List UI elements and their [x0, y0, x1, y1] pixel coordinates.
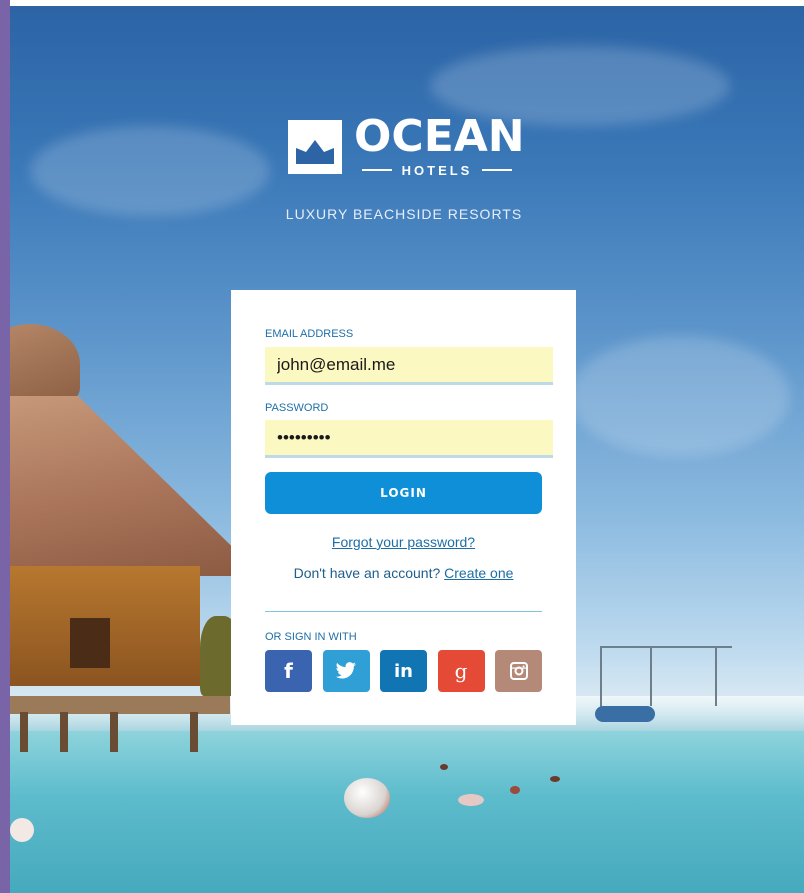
buoy — [458, 794, 484, 806]
hut-pillar — [110, 712, 118, 752]
hut-roof-peak — [10, 324, 80, 404]
email-label: EMAIL ADDRESS — [265, 328, 354, 340]
social-buttons: f in g — [265, 650, 542, 692]
create-account-link[interactable]: Create one — [444, 565, 513, 581]
password-label: PASSWORD — [265, 402, 329, 414]
signup-row: Don't have an account? Create one — [231, 565, 576, 581]
logo-sub-row: HOTELS — [354, 162, 520, 178]
instagram-icon — [509, 662, 528, 680]
buoy — [440, 764, 448, 770]
hut-pillar — [190, 712, 198, 752]
social-label: OR SIGN IN WITH — [265, 631, 357, 643]
login-page: OCEAN HOTELS LUXURY BEACHSIDE RESORTS EM… — [0, 0, 804, 893]
logo-rule — [361, 169, 392, 171]
buoy — [344, 778, 390, 818]
window-edge — [0, 0, 10, 893]
buoy — [550, 776, 560, 782]
linkedin-icon: in — [394, 660, 413, 682]
instagram-button[interactable] — [495, 650, 542, 692]
forgot-password-link[interactable]: Forgot your password? — [332, 534, 475, 550]
ocean-hotels-logo: OCEAN HOTELS — [288, 112, 525, 180]
water-structure-post — [650, 646, 652, 706]
logo-wordmark: OCEAN — [354, 111, 525, 162]
hut-window — [70, 618, 110, 668]
logo-subtitle: HOTELS — [401, 162, 473, 178]
facebook-button[interactable]: f — [265, 650, 312, 692]
lagoon-water — [10, 731, 804, 893]
cloud — [570, 336, 790, 456]
linkedin-button[interactable]: in — [380, 650, 427, 692]
facebook-icon: f — [284, 659, 293, 683]
google-plus-button[interactable]: g — [437, 650, 485, 692]
google-plus-icon: g — [454, 659, 468, 683]
hut-pillar — [20, 712, 28, 752]
water-structure-post — [715, 646, 717, 706]
water-structure — [600, 646, 732, 708]
forgot-password-row: Forgot your password? — [231, 534, 576, 550]
divider — [265, 611, 542, 612]
twitter-button[interactable] — [322, 650, 370, 692]
buoy — [510, 786, 520, 794]
login-button[interactable]: LOGIN — [265, 472, 542, 514]
buoy — [10, 818, 34, 842]
login-card: EMAIL ADDRESS PASSWORD LOGIN Forgot your… — [231, 290, 576, 725]
password-field[interactable] — [265, 420, 553, 458]
pontoon — [595, 706, 655, 722]
cloud — [30, 126, 270, 216]
no-account-text: Don't have an account? — [293, 565, 441, 581]
hut-pillar — [60, 712, 68, 752]
twitter-icon — [335, 662, 356, 679]
email-field[interactable] — [265, 347, 553, 385]
hut-thatched-roof — [10, 396, 240, 576]
logo-mark-icon — [288, 120, 342, 174]
logo-rule — [482, 169, 513, 171]
tagline: LUXURY BEACHSIDE RESORTS — [285, 206, 523, 222]
